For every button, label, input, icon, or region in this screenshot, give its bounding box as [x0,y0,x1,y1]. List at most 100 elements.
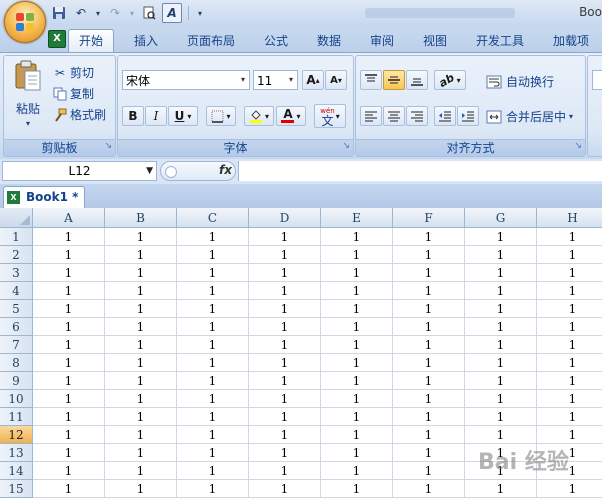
cell-a3[interactable]: 1 [33,264,105,282]
tab-formulas[interactable]: 公式 [254,30,298,52]
insert-function-icon[interactable]: fx [219,163,232,177]
cell-a11[interactable]: 1 [33,408,105,426]
cell-e2[interactable]: 1 [321,246,393,264]
cell-c3[interactable]: 1 [177,264,249,282]
cell-c7[interactable]: 1 [177,336,249,354]
cell-h9[interactable]: 1 [537,372,602,390]
excel-app-icon[interactable]: X [48,30,66,48]
italic-button[interactable]: I [145,106,167,126]
cell-d5[interactable]: 1 [249,300,321,318]
cell-d8[interactable]: 1 [249,354,321,372]
cell-a2[interactable]: 1 [33,246,105,264]
cell-f11[interactable]: 1 [393,408,465,426]
cell-f12[interactable]: 1 [393,426,465,444]
cell-d2[interactable]: 1 [249,246,321,264]
cell-g9[interactable]: 1 [465,372,537,390]
row-header-7[interactable]: 7 [0,336,33,354]
format-painter-button[interactable]: 格式刷 [52,106,106,123]
redo-icon[interactable]: ↷ [106,4,124,22]
row-header-10[interactable]: 10 [0,390,33,408]
cell-a1[interactable]: 1 [33,228,105,246]
cell-a10[interactable]: 1 [33,390,105,408]
cell-f5[interactable]: 1 [393,300,465,318]
alignment-launcher-icon[interactable]: ↘ [574,138,582,154]
formula-input[interactable] [238,161,602,181]
cell-f4[interactable]: 1 [393,282,465,300]
tab-developer[interactable]: 开发工具 [466,30,534,52]
cell-d7[interactable]: 1 [249,336,321,354]
orientation-button[interactable]: ab ▾ [434,70,466,90]
cell-g3[interactable]: 1 [465,264,537,282]
cell-g5[interactable]: 1 [465,300,537,318]
customize-qat-icon[interactable]: ▾ [195,4,205,22]
cell-b14[interactable]: 1 [105,462,177,480]
cell-b4[interactable]: 1 [105,282,177,300]
cell-a14[interactable]: 1 [33,462,105,480]
select-all-corner[interactable] [0,208,33,228]
cell-h12[interactable]: 1 [537,426,602,444]
office-button[interactable] [4,1,46,43]
row-header-15[interactable]: 15 [0,480,33,498]
cell-e3[interactable]: 1 [321,264,393,282]
underline-button[interactable]: U ▾ [168,106,198,126]
redo-dropdown-icon[interactable]: ▾ [128,4,136,22]
cell-a7[interactable]: 1 [33,336,105,354]
cell-f14[interactable]: 1 [393,462,465,480]
cell-g8[interactable]: 1 [465,354,537,372]
merge-center-button[interactable]: 合并后居中 ▾ [486,108,573,125]
cell-d10[interactable]: 1 [249,390,321,408]
row-header-8[interactable]: 8 [0,354,33,372]
cell-e14[interactable]: 1 [321,462,393,480]
row-header-14[interactable]: 14 [0,462,33,480]
workbook-tab[interactable]: X Book1 * [3,186,85,208]
cell-c4[interactable]: 1 [177,282,249,300]
cell-d13[interactable]: 1 [249,444,321,462]
cell-a5[interactable]: 1 [33,300,105,318]
cell-b6[interactable]: 1 [105,318,177,336]
cell-f1[interactable]: 1 [393,228,465,246]
cell-b12[interactable]: 1 [105,426,177,444]
cell-h8[interactable]: 1 [537,354,602,372]
column-header-g[interactable]: G [465,208,537,228]
cell-f7[interactable]: 1 [393,336,465,354]
cell-b2[interactable]: 1 [105,246,177,264]
cell-d14[interactable]: 1 [249,462,321,480]
cell-a12[interactable]: 1 [33,426,105,444]
cell-g15[interactable]: 1 [465,480,537,498]
cut-button[interactable]: ✂ 剪切 [52,64,94,81]
cell-b11[interactable]: 1 [105,408,177,426]
row-header-3[interactable]: 3 [0,264,33,282]
formula-bar-grip-icon[interactable] [165,166,177,178]
save-icon[interactable] [50,4,68,22]
row-header-12[interactable]: 12 [0,426,33,444]
cell-b8[interactable]: 1 [105,354,177,372]
cell-h11[interactable]: 1 [537,408,602,426]
cell-e9[interactable]: 1 [321,372,393,390]
cell-b15[interactable]: 1 [105,480,177,498]
cell-d4[interactable]: 1 [249,282,321,300]
cell-e5[interactable]: 1 [321,300,393,318]
cell-d6[interactable]: 1 [249,318,321,336]
align-bottom-button[interactable] [406,70,428,90]
cell-g12[interactable]: 1 [465,426,537,444]
cell-a4[interactable]: 1 [33,282,105,300]
tab-page-layout[interactable]: 页面布局 [177,30,245,52]
cell-b1[interactable]: 1 [105,228,177,246]
cell-c10[interactable]: 1 [177,390,249,408]
row-header-1[interactable]: 1 [0,228,33,246]
number-format-combo[interactable] [592,70,602,90]
cell-g7[interactable]: 1 [465,336,537,354]
tab-home[interactable]: 开始 [68,29,115,53]
borders-button[interactable]: ▾ [206,106,236,126]
cell-b9[interactable]: 1 [105,372,177,390]
copy-button[interactable]: 复制 [52,85,94,102]
cell-e6[interactable]: 1 [321,318,393,336]
cell-f8[interactable]: 1 [393,354,465,372]
row-header-5[interactable]: 5 [0,300,33,318]
increase-indent-button[interactable] [457,106,479,126]
undo-icon[interactable]: ↶ [72,4,90,22]
cell-g4[interactable]: 1 [465,282,537,300]
cell-d3[interactable]: 1 [249,264,321,282]
clipboard-launcher-icon[interactable]: ↘ [104,138,112,154]
row-header-11[interactable]: 11 [0,408,33,426]
